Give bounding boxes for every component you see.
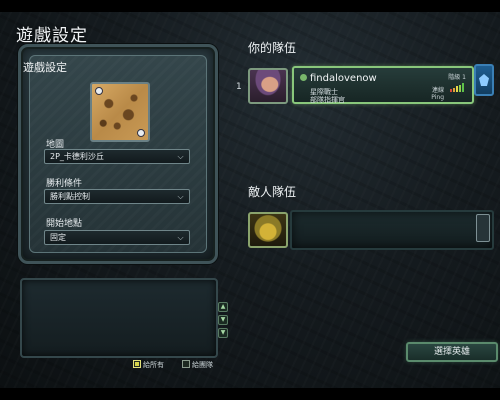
page-title: 遊戲設定 [16,26,88,46]
enemy-hero-portrait[interactable] [248,212,288,248]
select-hero-button[interactable]: 選擇英雄 [406,342,498,362]
chat-log-panel[interactable] [20,278,218,358]
signal-bar [453,87,455,92]
start-location-label: 開始地點 [46,219,83,229]
start-location-select-value: 固定 [50,233,66,242]
ping-label: Ping [431,94,444,101]
chevron-down-icon: ⌵ [177,233,184,242]
player-name: findalovenow [310,73,377,84]
map-select[interactable]: 2P_卡德利沙丘 ⌵ [44,149,190,164]
enemy-team-title: 敵人隊伍 [248,185,297,199]
slot-number: 1 [236,82,242,92]
chat-scroll-up-button[interactable]: ▲ [218,302,228,312]
ally-hero-portrait[interactable] [248,68,288,104]
enemy-slot[interactable] [290,210,494,250]
chat-filter-team-label: 給團隊 [192,361,213,369]
victory-label: 勝利條件 [46,179,83,189]
signal-bar [456,86,458,92]
checkbox-icon [182,360,190,368]
start-location-marker-icon [95,87,103,95]
ally-team-title: 你的隊伍 [248,41,297,55]
chevron-down-icon: ⌵ [177,192,184,201]
checkbox-icon [133,360,141,368]
signal-bar [450,89,452,92]
signal-strength-icon [450,83,466,92]
signal-bar [459,84,461,92]
chat-filter-team[interactable]: 給團隊 [182,360,213,370]
player-role: 部隊指揮官 [310,96,345,104]
chat-filter-all-label: 給所有 [143,361,164,369]
connection-label: 連線 [431,87,444,94]
player-card[interactable]: findalovenow 星際戰士 部隊指揮官 階級 1 連線 Ping [292,66,474,104]
start-location-marker-icon [137,129,145,137]
signal-bar [462,83,464,92]
enemy-slot-flap[interactable] [476,214,490,242]
chat-filter-all[interactable]: 給所有 [133,360,164,370]
victory-select-value: 勝利點控制 [50,192,90,201]
player-level: 階級 1 [448,74,466,81]
map-select-value: 2P_卡德利沙丘 [50,152,104,161]
game-setup-screen: 遊戲設定 遊戲設定 地圖 2P_卡德利沙丘 ⌵ 勝利條件 勝利點控制 ⌵ 開始地… [0,12,500,388]
team-emblem-button[interactable] [474,64,494,96]
chevron-down-icon: ⌵ [177,152,184,161]
settings-panel-title: 遊戲設定 [23,61,67,74]
map-preview [90,82,150,142]
start-location-select[interactable]: 固定 ⌵ [44,230,190,245]
chat-scroll-bottom-button[interactable]: ▼ [218,328,228,338]
team-emblem-icon [479,74,489,86]
chat-scroll-down-button[interactable]: ▼ [218,315,228,325]
victory-select[interactable]: 勝利點控制 ⌵ [44,189,190,204]
player-status-icon [300,74,307,81]
